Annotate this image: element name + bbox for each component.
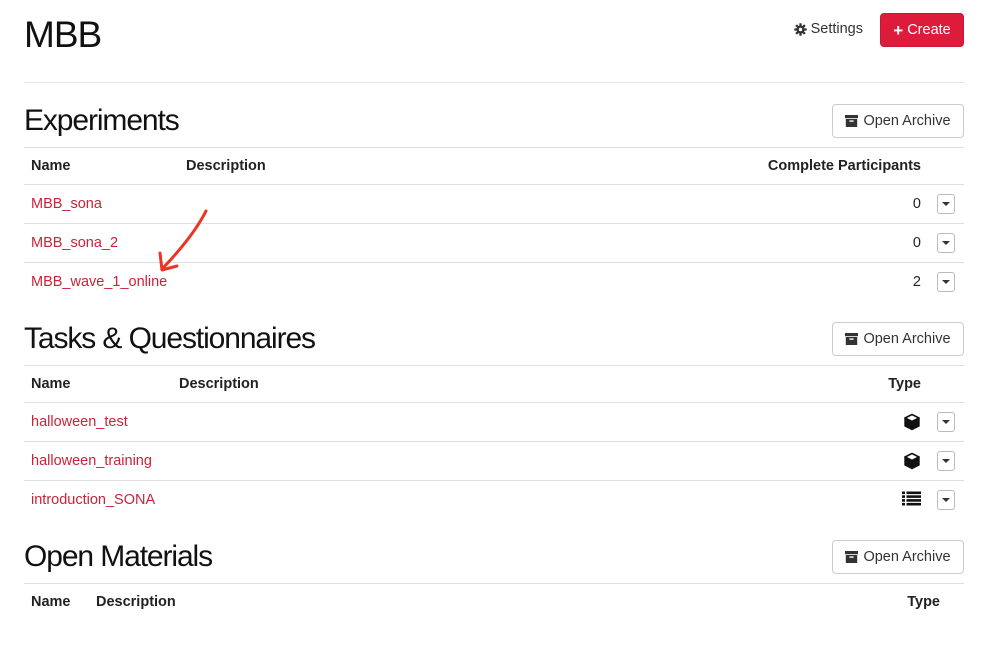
participant-count: 2	[912, 274, 921, 290]
tasks-open-archive-button[interactable]: Open Archive	[832, 322, 964, 356]
table-row: halloween_test	[24, 403, 964, 442]
page-header: MBB Settings + Create	[24, 0, 964, 83]
experiments-table-header: Name Description Complete Participants	[24, 148, 964, 185]
column-type: Type	[888, 376, 921, 392]
participant-count: 0	[912, 196, 921, 212]
experiment-link[interactable]: MBB_sona_2	[31, 235, 118, 251]
column-description: Description	[179, 376, 259, 392]
column-description: Description	[96, 594, 176, 610]
caret-down-icon	[942, 280, 950, 284]
row-options-dropdown[interactable]	[937, 451, 955, 471]
column-name: Name	[31, 594, 71, 610]
experiments-section: Experiments Open Archive Name Descriptio…	[24, 83, 964, 301]
tasks-table-body: halloween_test halloween_training introd…	[24, 403, 964, 519]
tasks-table-header: Name Description Type	[24, 366, 964, 403]
caret-down-icon	[942, 459, 950, 463]
experiment-link[interactable]: MBB_wave_1_online	[31, 274, 167, 290]
task-link[interactable]: halloween_training	[31, 453, 152, 469]
caret-down-icon	[942, 241, 950, 245]
cube-icon	[904, 413, 920, 431]
caret-down-icon	[942, 498, 950, 502]
project-title: MBB	[24, 14, 102, 55]
table-row: MBB_sona 0	[24, 185, 964, 224]
settings-label: Settings	[810, 21, 863, 37]
archive-icon	[845, 333, 859, 345]
caret-down-icon	[942, 420, 950, 424]
task-link[interactable]: halloween_test	[31, 414, 128, 430]
experiments-open-archive-button[interactable]: Open Archive	[832, 104, 964, 138]
gear-icon	[793, 22, 807, 36]
open-archive-label: Open Archive	[863, 113, 951, 129]
row-options-dropdown[interactable]	[937, 194, 955, 214]
caret-down-icon	[942, 202, 950, 206]
materials-open-archive-button[interactable]: Open Archive	[832, 540, 964, 574]
open-archive-label: Open Archive	[863, 331, 951, 347]
table-row: MBB_wave_1_online 2	[24, 263, 964, 301]
materials-title: Open Materials	[24, 519, 964, 584]
row-options-dropdown[interactable]	[937, 412, 955, 432]
cube-icon	[904, 452, 920, 470]
column-type: Type	[907, 594, 940, 610]
task-link[interactable]: introduction_SONA	[31, 492, 155, 508]
row-options-dropdown[interactable]	[937, 272, 955, 292]
column-description: Description	[186, 158, 266, 174]
participant-count: 0	[912, 235, 921, 251]
column-name: Name	[31, 158, 71, 174]
settings-link[interactable]: Settings	[793, 21, 863, 37]
experiment-link[interactable]: MBB_sona	[31, 196, 102, 212]
archive-icon	[845, 551, 859, 563]
table-row: MBB_sona_2 0	[24, 224, 964, 263]
list-icon	[902, 491, 921, 506]
tasks-section: Tasks & Questionnaires Open Archive Name…	[24, 301, 964, 519]
experiments-table-body: MBB_sona 0 MBB_sona_2 0 MBB_wave_1_onlin…	[24, 185, 964, 301]
create-button[interactable]: + Create	[880, 13, 964, 47]
row-options-dropdown[interactable]	[937, 490, 955, 510]
create-label: Create	[907, 22, 951, 38]
plus-icon: +	[893, 20, 904, 40]
table-row: halloween_training	[24, 442, 964, 481]
materials-section: Open Materials Open Archive Name Descrip…	[24, 519, 964, 620]
experiments-title: Experiments	[24, 83, 964, 148]
archive-icon	[845, 115, 859, 127]
column-name: Name	[31, 376, 71, 392]
open-archive-label: Open Archive	[863, 549, 951, 565]
tasks-title: Tasks & Questionnaires	[24, 301, 964, 366]
row-options-dropdown[interactable]	[937, 233, 955, 253]
table-row: introduction_SONA	[24, 481, 964, 519]
column-complete-participants: Complete Participants	[767, 158, 921, 174]
page-container: MBB Settings + Create Experiments Open A…	[24, 0, 964, 620]
materials-table-header: Name Description Type	[24, 584, 964, 620]
